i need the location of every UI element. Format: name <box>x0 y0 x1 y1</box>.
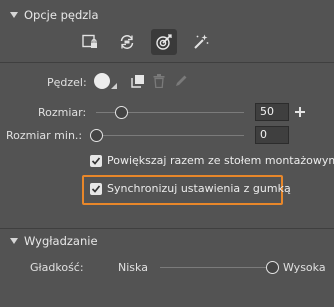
scale-with-artboard-label: Powiększaj razem ze stołem montażowym <box>107 154 334 167</box>
brush-options-header[interactable]: Opcje pędzla <box>10 8 99 22</box>
scale-with-artboard-checkbox-row[interactable]: Powiększaj razem ze stołem montażowym <box>90 154 334 167</box>
min-size-label: Rozmiar min.: <box>6 129 83 142</box>
plus-icon[interactable] <box>294 106 306 118</box>
brush-picker[interactable] <box>94 73 117 89</box>
sync-settings-icon <box>120 35 134 49</box>
mode-buttons <box>77 29 214 55</box>
brush-label: Pędzel: <box>47 76 87 89</box>
sync-with-eraser-checkbox-row[interactable]: Synchronizuj ustawienia z gumką <box>90 182 291 195</box>
mode-button-magic-wand[interactable] <box>188 29 214 55</box>
size-label: Rozmiar: <box>38 106 87 119</box>
smoothness-high-label: Wysoka <box>283 261 326 274</box>
smoothness-slider-thumb[interactable] <box>265 261 279 274</box>
brush-dropdown-icon[interactable] <box>111 83 117 89</box>
mode-button-target-brush[interactable] <box>151 29 177 55</box>
checkmark-icon <box>91 184 101 193</box>
sync-with-eraser-label: Synchronizuj ustawienia z gumką <box>107 182 291 195</box>
brush-dot-icon <box>94 73 110 89</box>
collapse-triangle-icon[interactable] <box>10 238 18 244</box>
divider <box>0 228 334 229</box>
min-size-slider-thumb[interactable] <box>89 129 103 142</box>
divider <box>0 62 334 63</box>
smoothing-header[interactable]: Wygładzanie <box>10 234 98 248</box>
mode-button-sync[interactable] <box>114 29 140 55</box>
size-input[interactable]: 50 <box>255 103 289 121</box>
checkbox[interactable] <box>90 182 102 195</box>
min-size-slider-track[interactable] <box>96 135 244 136</box>
magic-wand-icon <box>194 34 209 49</box>
mode-button-image-lock[interactable] <box>77 29 103 55</box>
smoothness-low-label: Niska <box>118 261 148 274</box>
checkmark-icon <box>91 156 101 165</box>
target-brush-icon <box>156 34 172 50</box>
delete-brush-icon[interactable] <box>153 74 165 88</box>
min-size-input[interactable]: 0 <box>255 126 289 144</box>
brush-options-title: Opcje pędzla <box>24 8 99 22</box>
image-lock-icon <box>82 34 97 48</box>
size-slider-thumb[interactable] <box>114 106 128 119</box>
edit-brush-icon[interactable] <box>174 74 188 88</box>
smoothness-label: Gładkość: <box>30 261 84 274</box>
checkbox[interactable] <box>90 154 102 167</box>
smoothing-title: Wygładzanie <box>24 234 98 248</box>
copy-brush-icon[interactable] <box>131 74 145 88</box>
collapse-triangle-icon[interactable] <box>10 12 18 18</box>
smoothness-slider-track[interactable] <box>160 267 272 268</box>
